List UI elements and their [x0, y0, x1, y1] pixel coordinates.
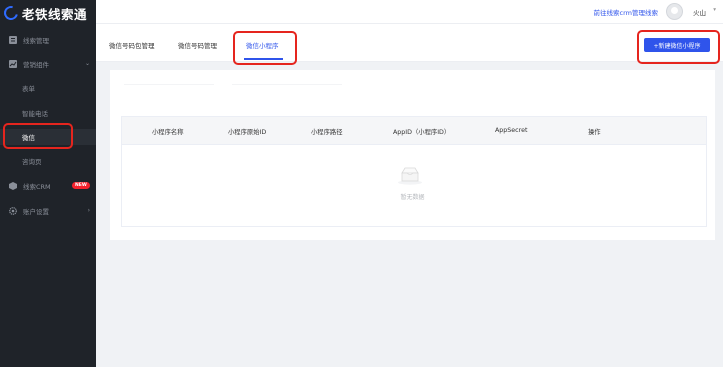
sidebar-item-form[interactable]: 表单 [0, 80, 96, 96]
sidebar-item-crm[interactable]: 线索CRM NEW [0, 178, 96, 194]
column-header: 小程序路径 [311, 129, 343, 136]
cube-icon [9, 182, 17, 190]
column-header: AppSecret [495, 127, 528, 134]
chevron-down-icon[interactable]: ▾ [713, 7, 716, 13]
column-header: 操作 [588, 129, 601, 136]
grid-icon [9, 36, 17, 44]
empty-text: 暂无数据 [400, 194, 425, 201]
sidebar-item-label: 线索管理 [23, 37, 49, 45]
divider [124, 84, 214, 85]
tab-wechat-number[interactable]: 微信号码管理 [178, 40, 217, 50]
content-card: 小程序名称 小程序原始ID 小程序路径 AppID（小程序ID） AppSecr… [110, 70, 715, 240]
chevron-right-icon: › [87, 207, 90, 214]
sidebar-item-label: 账户设置 [23, 208, 49, 216]
column-header: 小程序原始ID [228, 129, 267, 136]
sidebar: 老铁线索通 线索管理 营销组件 ⌄ 表单 智能电话 微信 咨询页 线索CRM N… [0, 0, 96, 367]
crm-link[interactable]: 前往线索crm管理线索 [594, 7, 658, 17]
avatar[interactable] [666, 3, 683, 20]
sidebar-item-smart-call[interactable]: 智能电话 [0, 105, 96, 121]
sidebar-item-label: 咨询页 [22, 158, 42, 166]
table-header: 小程序名称 小程序原始ID 小程序路径 AppID（小程序ID） AppSecr… [122, 117, 706, 145]
sidebar-item-label: 表单 [22, 85, 35, 93]
column-header: AppID（小程序ID） [393, 129, 451, 136]
top-header: 前往线索crm管理线索 火山 ▾ [96, 0, 723, 24]
tabs-bar: 微信号码包管理 微信号码管理 微信小程序 +新建微信小程序 [96, 24, 723, 62]
chart-icon [9, 60, 17, 68]
chevron-down-icon: ⌄ [84, 60, 90, 67]
user-name[interactable]: 火山 [693, 7, 706, 17]
logo-text: 老铁线索通 [22, 6, 88, 22]
gear-icon [9, 207, 17, 215]
column-header: 小程序名称 [152, 129, 184, 136]
divider [232, 84, 342, 85]
highlight-box [637, 30, 720, 64]
logo-icon [1, 3, 21, 23]
sidebar-item-label: 线索CRM [23, 183, 51, 191]
empty-inbox-icon [398, 167, 422, 185]
tab-wechat-number-package[interactable]: 微信号码包管理 [109, 40, 155, 50]
sidebar-item-account-settings[interactable]: 账户设置 › [0, 203, 96, 219]
logo: 老铁线索通 [1, 3, 88, 23]
highlight-box [233, 31, 297, 65]
sidebar-item-marketing[interactable]: 营销组件 ⌄ [0, 56, 96, 72]
highlight-box [3, 123, 73, 149]
sidebar-item-consult-page[interactable]: 咨询页 [0, 153, 96, 169]
sidebar-item-label: 营销组件 [23, 61, 49, 69]
sidebar-item-leads[interactable]: 线索管理 [0, 32, 96, 48]
new-badge: NEW [72, 182, 90, 189]
sidebar-item-label: 智能电话 [22, 110, 48, 118]
